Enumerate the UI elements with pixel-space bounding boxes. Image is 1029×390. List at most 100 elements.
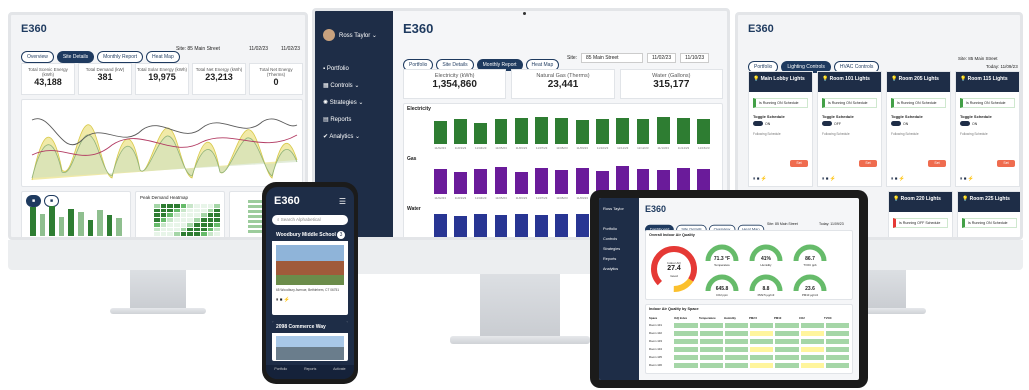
row-label: Room 104 <box>649 347 662 351</box>
date-to[interactable]: 11/10/23 <box>680 53 710 63</box>
site-selector[interactable]: Site: 85 Main Street <box>958 56 998 61</box>
gauge-value: 8.8 <box>762 286 770 292</box>
toggle-switch[interactable] <box>822 121 832 126</box>
site-card-2[interactable]: 2098 Commerce Way <box>272 321 348 361</box>
section-gas: Gas <box>407 156 417 162</box>
sidebar-item-reports[interactable]: Reports <box>603 254 620 264</box>
sidebar-item-strategies[interactable]: Strategies <box>603 244 620 254</box>
table-row[interactable]: Room 104 <box>649 346 849 352</box>
site-select[interactable]: 85 Main Street <box>581 53 644 63</box>
nav-portfolio[interactable]: Portfolio <box>274 367 287 379</box>
room-cards-2: 💡 Room 220 Lights Is Running OFF Schedule… <box>888 191 1020 237</box>
room-card[interactable]: 💡 Room 225 Lights Is Running ON Schedule <box>957 191 1020 237</box>
date-from[interactable]: 11/02/23 <box>647 53 677 63</box>
gauge-value: 71.3 °F <box>713 256 731 262</box>
stop-icon[interactable]: ⏹ <box>757 176 760 182</box>
sidebar-item-portfolio[interactable]: Portfolio <box>603 224 620 234</box>
table-row[interactable]: Room 105 <box>649 354 849 360</box>
site-selector[interactable]: Site: 85 Main Street <box>176 46 220 52</box>
stop-icon[interactable]: ⏹ <box>964 176 967 182</box>
heatmap-cell <box>200 232 207 236</box>
table-row[interactable]: Room 106 <box>649 362 849 368</box>
pause-icon[interactable]: ⏸ <box>891 176 894 182</box>
date-tick: 11/09/23 <box>576 146 588 150</box>
set-button[interactable]: Set <box>928 160 946 167</box>
table-cell <box>724 338 748 344</box>
sidebar-item-analytics[interactable]: ✔ Analytics ⌄ <box>323 129 363 146</box>
search-input[interactable]: ⌕ Search Alphabetical <box>272 215 348 225</box>
toggle-schedule-label: Toggle Schedule <box>960 114 992 119</box>
schedule-toggle[interactable]: ON <box>891 121 946 126</box>
sidebar-item-reports[interactable]: ▤ Reports <box>323 112 363 129</box>
user-name[interactable]: Ross Taylor ⌄ <box>339 32 377 39</box>
user-name[interactable]: Ross Taylor <box>603 206 624 211</box>
table-cell <box>674 338 698 344</box>
bolt-icon[interactable]: ⚡ <box>761 176 767 182</box>
schedule-toggle[interactable]: ON <box>753 121 808 126</box>
site-selector[interactable]: Site: 85 Main Street <box>767 222 798 226</box>
sidebar-item-controls[interactable]: ▦ Controls ⌄ <box>323 78 363 95</box>
heatmap-cell <box>154 227 160 232</box>
toggle-switch[interactable] <box>753 121 763 126</box>
room-card[interactable]: 💡 Room 220 Lights Is Running OFF Schedule <box>888 191 953 237</box>
heatmap-cell <box>167 232 174 236</box>
sidebar-item-strategies[interactable]: ✺ Strategies ⌄ <box>323 95 363 112</box>
site-card-1[interactable]: Woodbury Middle School 3 65 Woodbury Ave… <box>272 229 348 315</box>
section-water: Water <box>407 206 421 212</box>
table-row[interactable]: Room 102 <box>649 330 849 336</box>
pause-icon[interactable]: ⏸ <box>960 176 963 182</box>
stop-icon[interactable]: ⏹ <box>826 176 829 182</box>
school-photo <box>276 245 344 285</box>
heatmap-cell <box>207 204 214 208</box>
stop-icon[interactable]: ⏹ <box>280 297 283 303</box>
toggle-switch[interactable] <box>960 121 970 126</box>
sidebar-item-analytics[interactable]: Analytics <box>603 264 620 274</box>
room-card[interactable]: 💡 Room 115 Lights Is Running ON Schedule T… <box>955 71 1020 187</box>
sidebar-item-controls[interactable]: Controls <box>603 234 620 244</box>
tab-overview[interactable]: Overview <box>21 51 54 63</box>
sidebar-item-portfolio[interactable]: ▪ Portfolio <box>323 61 363 78</box>
set-button[interactable]: Set <box>997 160 1015 167</box>
set-button[interactable]: Set <box>790 160 808 167</box>
bolt-icon[interactable]: ⚡ <box>830 176 836 182</box>
date-to[interactable]: 11/02/23 <box>281 46 300 52</box>
set-button[interactable]: Set <box>859 160 877 167</box>
table-cell <box>800 354 824 360</box>
pause-icon[interactable]: ⏸ <box>753 176 756 182</box>
gauge-value: 86.7 <box>805 256 815 262</box>
date-from[interactable]: 11/02/23 <box>249 46 268 52</box>
usage-bar <box>494 119 508 144</box>
date-tick: 11/06/23 <box>515 146 528 150</box>
room-card[interactable]: 💡 Room 205 Lights Is Running ON Schedule T… <box>886 71 951 187</box>
nav-reports[interactable]: Reports <box>304 367 316 379</box>
pause-icon[interactable]: ⏸ <box>822 176 825 182</box>
bolt-icon[interactable]: ⚡ <box>968 176 974 182</box>
menu-icon[interactable]: ☰ <box>339 197 346 206</box>
room-card[interactable]: 💡 Main Lobby Lights Is Running ON Schedul… <box>748 71 813 187</box>
site-label: Site: <box>176 46 187 52</box>
tab-site-details[interactable]: Site Details <box>56 51 95 63</box>
row-label: Room 101 <box>649 323 662 327</box>
table-cell <box>775 322 799 328</box>
schedule-toggle[interactable]: ON <box>960 121 1015 126</box>
table-row[interactable]: Room 101 <box>649 322 849 328</box>
toggle-switch[interactable] <box>891 121 901 126</box>
table-row[interactable]: Room 103 <box>649 338 849 344</box>
date-tick: 11/05/23 <box>495 146 507 150</box>
pause-icon[interactable]: ⏸ <box>276 297 279 303</box>
tab-monthly-report[interactable]: Monthly Report <box>97 51 144 63</box>
kpi-card: Total Demand (kW) 381 <box>78 63 132 95</box>
stop-icon[interactable]: ⏹ <box>895 176 898 182</box>
usage-bar <box>453 118 467 144</box>
bolt-icon[interactable]: ⚡ <box>284 297 290 303</box>
room-status: Is Running OFF Schedule <box>893 218 948 228</box>
nav-activate[interactable]: Activate <box>333 367 345 379</box>
demand-bar <box>97 210 103 236</box>
room-card[interactable]: 💡 Room 101 Lights Is Running ON Schedule T… <box>817 71 882 187</box>
tab-heat-map[interactable]: Heat Map <box>146 51 180 63</box>
table-cell <box>724 330 748 336</box>
schedule-toggle[interactable]: OFF <box>822 121 877 126</box>
kpi-value: 315,177 <box>653 79 690 90</box>
bolt-icon[interactable]: ⚡ <box>899 176 905 182</box>
table-cell <box>750 322 774 328</box>
